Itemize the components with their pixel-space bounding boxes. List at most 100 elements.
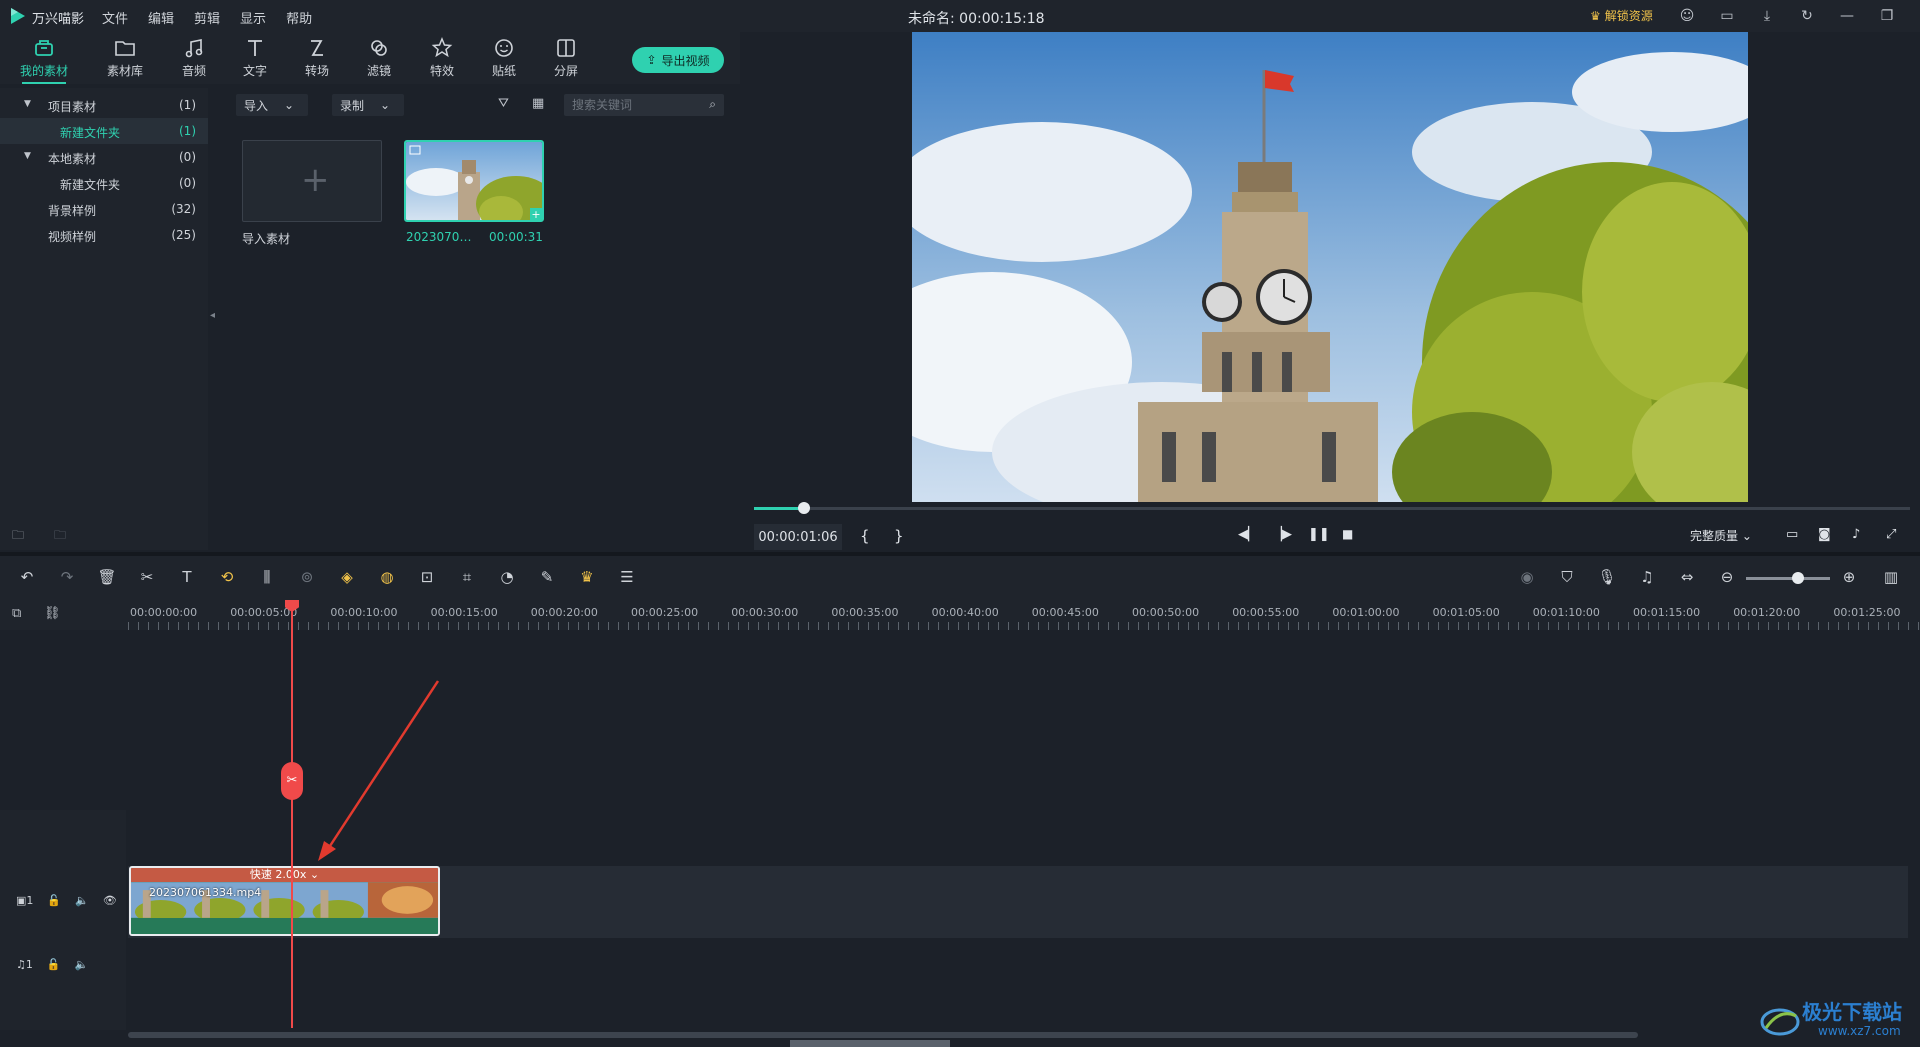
menu-file[interactable]: 文件 [102,8,128,27]
clip-speed-badge[interactable]: 快速 2.00x ⌄ [131,868,438,882]
tab-text[interactable]: 文字 [225,32,285,84]
account-icon[interactable]: ☺ [1676,6,1698,26]
mark-in-button[interactable]: { [860,527,870,545]
playhead-line[interactable] [291,600,293,1028]
fit-timeline-icon[interactable]: ⇔ [1676,568,1698,588]
grid-view-icon[interactable]: ▦ [532,96,544,111]
timeline-video-clip[interactable]: 快速 2.00x ⌄ 20230706133​4.mp4 [129,866,440,936]
tree-item-new-folder-1[interactable]: 新建文件夹 (1) [0,118,208,144]
menu-help[interactable]: 帮助 [286,8,312,27]
record-dropdown[interactable]: 录制 ⌄ [332,94,404,116]
eraser-icon[interactable]: ✎ [536,568,558,588]
zoom-slider-track[interactable] [1746,577,1830,580]
preview-video-frame [912,32,1748,502]
green-screen-icon[interactable]: ♛ [576,568,598,588]
import-media-tile[interactable]: + [242,140,382,222]
redo-icon[interactable]: ↷ [56,568,78,588]
microphone-icon[interactable]: 🎙 [1596,568,1618,588]
tree-item-label: 本地素材 [48,152,97,166]
color-palette-icon[interactable]: ◍ [376,568,398,588]
tree-item-local-media[interactable]: ▼ 本地素材 (0) [0,144,208,170]
tab-filter[interactable]: 滤镜 [349,32,409,84]
minimize-icon[interactable]: — [1836,6,1858,26]
add-text-icon[interactable]: T [176,568,198,588]
stop-icon[interactable]: ■ [1342,527,1353,541]
mute-icon[interactable]: 🔈 [75,958,89,971]
timeline-tracks-area [0,630,1920,1030]
maximize-icon[interactable]: ❐ [1876,6,1898,26]
rotate-icon[interactable]: ⊚ [296,568,318,588]
search-input[interactable] [572,97,692,113]
tree-item-video-samples[interactable]: 视频样例 (25) [0,222,208,248]
preview-scrubber-track[interactable] [754,507,1910,510]
message-icon[interactable]: ▭ [1716,6,1738,26]
timeline-horizontal-scrollbar[interactable] [128,1032,1638,1038]
add-track-icon[interactable]: ⧉ [12,606,21,621]
download-icon[interactable]: ⤓ [1756,6,1778,26]
menu-clip[interactable]: 剪辑 [194,8,220,27]
export-video-button[interactable]: ⇪ 导出视频 [632,47,724,73]
import-dropdown[interactable]: 导入 ⌄ [236,94,308,116]
bottom-scrollbar-thumb[interactable] [790,1040,950,1047]
zoom-slider-handle[interactable] [1792,572,1804,584]
delete-icon[interactable]: 🗑 [96,568,118,588]
tab-transition[interactable]: 转场 [287,32,347,84]
ruler-tick-label: 00:00:25:00 [631,606,699,619]
render-icon[interactable]: ◉ [1516,568,1538,588]
unlock-resources-button[interactable]: ♛ 解锁资源 [1590,7,1653,24]
mute-icon[interactable]: 🔈 [75,894,89,907]
link-icon[interactable]: ⛓ [44,606,61,621]
collapse-panel-handle[interactable]: ◂ [210,310,218,330]
menu-edit[interactable]: 编辑 [148,8,174,27]
expand-arrow-icon[interactable]: ▼ [24,151,31,161]
pause-icon[interactable]: ❚❚ [1308,527,1330,542]
media-clip-thumbnail[interactable]: + [404,140,544,222]
preview-scrubber-progress [754,507,804,510]
close-icon[interactable]: ✕ [1916,6,1920,26]
lock-icon[interactable]: 🔓 [47,894,61,907]
quality-dropdown[interactable]: 完整质量 ⌄ [1690,527,1752,544]
filter-funnel-icon[interactable]: ⛛ [498,96,509,111]
visibility-eye-icon[interactable]: 👁 [103,894,117,907]
speed-icon[interactable]: ◔ [496,568,518,588]
tab-my-media[interactable]: 我的素材 [14,32,74,84]
stabilize-icon[interactable]: ⊡ [416,568,438,588]
search-icon[interactable]: ⌕ [709,97,716,112]
volume-icon[interactable]: ♪ [1852,527,1860,542]
monitor-icon[interactable]: ▭ [1786,527,1798,542]
marker-shield-icon[interactable]: ⛉ [1556,568,1578,588]
split-at-playhead-button[interactable]: ✂ [281,762,303,800]
audio-split-icon[interactable]: ⫼ [256,568,278,588]
folder-outline-icon[interactable]: 🗀 [54,526,66,547]
undo-icon[interactable]: ↶ [16,568,38,588]
mark-out-button[interactable]: } [894,527,904,545]
tab-effects[interactable]: 特效 [412,32,472,84]
tree-item-background-samples[interactable]: 背景样例 (32) [0,196,208,222]
zoom-out-icon[interactable]: ⊖ [1716,568,1738,588]
reverse-icon[interactable]: ⟲ [216,568,238,588]
step-back-icon[interactable]: ◀▏ [1238,527,1258,542]
tab-library[interactable]: 素材库 [95,32,155,84]
refresh-icon[interactable]: ↻ [1796,6,1818,26]
expand-arrow-icon[interactable]: ▼ [24,99,31,109]
snapshot-camera-icon[interactable]: ◙ [1818,527,1831,542]
lock-icon[interactable]: 🔓 [47,958,61,971]
new-folder-icon[interactable]: 🗀 [12,526,24,547]
fullscreen-icon[interactable]: ⤢ [1886,527,1896,542]
audio-mixer-icon[interactable]: ♫ [1636,568,1658,588]
cut-scissors-icon[interactable]: ✂ [136,568,158,588]
adjust-sliders-icon[interactable]: ☰ [616,568,638,588]
keyframe-icon[interactable]: ◈ [336,568,358,588]
zoom-in-icon[interactable]: ⊕ [1838,568,1860,588]
layout-toggle-icon[interactable]: ▥ [1880,568,1902,588]
tree-item-new-folder-2[interactable]: 新建文件夹 (0) [0,170,208,196]
tab-split-screen[interactable]: 分屏 [536,32,596,84]
tab-sticker[interactable]: 贴纸 [474,32,534,84]
menu-view[interactable]: 显示 [240,8,266,27]
tree-item-project-media[interactable]: ▼ 项目素材 (1) [0,92,208,118]
step-forward-icon[interactable]: ▕▶ [1272,527,1292,542]
ruler-tick-label: 00:00:45:00 [1031,606,1099,619]
tab-audio[interactable]: 音频 [164,32,224,84]
preview-scrubber-handle[interactable] [798,502,810,514]
crop-icon[interactable]: ⌗ [456,568,478,588]
